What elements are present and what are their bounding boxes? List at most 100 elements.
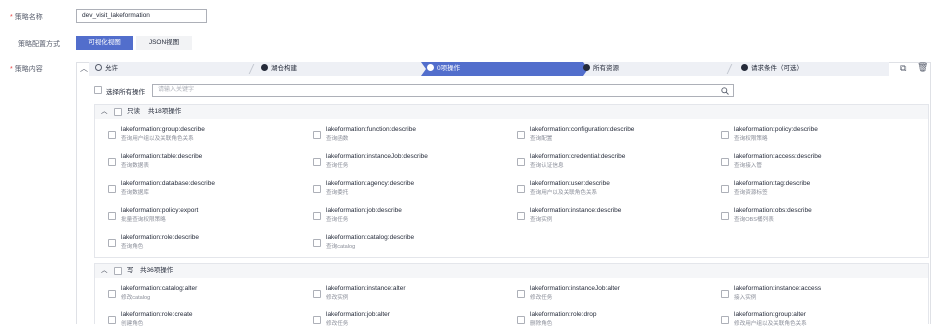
- action-checkbox[interactable]: [108, 239, 116, 247]
- action-checkbox[interactable]: [108, 316, 116, 324]
- action-desc: 查询OBS桶列表: [734, 217, 774, 223]
- delete-icon[interactable]: 🗑: [917, 62, 928, 73]
- action-name: lakeformation:role:drop: [530, 311, 597, 318]
- action-item[interactable]: lakeformation:role:drop 删除角色: [517, 311, 712, 331]
- action-name: lakeformation:instanceJob:describe: [326, 153, 428, 160]
- action-checkbox[interactable]: [517, 185, 525, 193]
- action-item[interactable]: lakeformation:catalog:alter 修改catalog: [108, 285, 303, 305]
- action-desc: 修改用户组以及关联角色关系: [734, 321, 807, 327]
- action-desc: 查询catalog: [326, 244, 356, 250]
- step-effect[interactable]: 允许: [95, 62, 118, 76]
- action-item[interactable]: lakeformation:instanceJob:alter 修改任务: [517, 285, 712, 305]
- action-name: lakeformation:database:describe: [121, 180, 215, 187]
- copy-icon[interactable]: ⧉: [900, 63, 906, 74]
- action-name: lakeformation:table:describe: [121, 153, 203, 160]
- action-checkbox[interactable]: [313, 316, 321, 324]
- action-item[interactable]: lakeformation:function:describe 查询函数: [313, 126, 508, 146]
- action-desc: 删除角色: [530, 321, 553, 327]
- action-name: lakeformation:role:create: [121, 311, 193, 318]
- action-name: lakeformation:catalog:describe: [326, 234, 415, 241]
- visual-view-tab[interactable]: 可视化视图: [76, 36, 133, 50]
- json-view-tab[interactable]: JSON视图: [136, 36, 192, 50]
- action-checkbox[interactable]: [721, 316, 729, 324]
- action-checkbox[interactable]: [721, 158, 729, 166]
- action-item[interactable]: lakeformation:policy:export 批量查询权限策略: [108, 207, 303, 227]
- action-checkbox[interactable]: [721, 290, 729, 298]
- action-item[interactable]: lakeformation:table:describe 查询数据表: [108, 153, 303, 173]
- action-item[interactable]: lakeformation:policy:describe 查询权限策略: [721, 126, 916, 146]
- action-item[interactable]: lakeformation:user:describe 查询用户以及关联角色关系: [517, 180, 712, 200]
- action-checkbox[interactable]: [313, 185, 321, 193]
- step-service-label: 湖仓构建: [271, 65, 297, 72]
- action-checkbox[interactable]: [517, 131, 525, 139]
- action-item[interactable]: lakeformation:credential:describe 查询认证信息: [517, 153, 712, 173]
- action-item[interactable]: lakeformation:access:describe 查询接入管: [721, 153, 916, 173]
- action-item[interactable]: lakeformation:agency:describe 查询委托: [313, 180, 508, 200]
- action-desc: 查询用户组以及关联角色关系: [121, 136, 194, 142]
- action-checkbox[interactable]: [313, 239, 321, 247]
- search-icon[interactable]: [721, 87, 729, 95]
- action-name: lakeformation:job:describe: [326, 207, 402, 214]
- step-conditions-label: 请求条件（可选）: [751, 65, 803, 72]
- action-item[interactable]: lakeformation:configuration:describe 查询配置: [517, 126, 712, 146]
- group-select-checkbox[interactable]: [114, 267, 122, 275]
- action-name: lakeformation:group:describe: [121, 126, 205, 133]
- group-select-checkbox[interactable]: [114, 108, 122, 116]
- action-desc: 创建角色: [121, 321, 144, 327]
- policy-name-input[interactable]: dev_visit_lakeformation: [76, 9, 207, 23]
- action-item[interactable]: lakeformation:role:create 创建角色: [108, 311, 303, 331]
- action-checkbox[interactable]: [517, 212, 525, 220]
- action-item[interactable]: lakeformation:database:describe 查询数据库: [108, 180, 303, 200]
- step-service[interactable]: 湖仓构建: [261, 62, 297, 76]
- step-separator: [726, 64, 733, 74]
- action-item[interactable]: lakeformation:catalog:describe 查询catalog: [313, 234, 508, 254]
- action-item[interactable]: lakeformation:job:alter 修改任务: [313, 311, 508, 331]
- action-desc: 查询接入管: [734, 163, 762, 169]
- collapse-group-icon[interactable]: ︿: [101, 105, 108, 119]
- select-all-checkbox[interactable]: [94, 86, 102, 94]
- action-checkbox[interactable]: [721, 212, 729, 220]
- action-checkbox[interactable]: [313, 131, 321, 139]
- action-checkbox[interactable]: [313, 158, 321, 166]
- action-checkbox[interactable]: [517, 158, 525, 166]
- action-checkbox[interactable]: [721, 185, 729, 193]
- action-item[interactable]: lakeformation:instance:describe 查询实例: [517, 207, 712, 227]
- step-actions[interactable]: 0项操作: [421, 62, 588, 76]
- step-resources[interactable]: 所有资源: [583, 62, 619, 76]
- action-checkbox[interactable]: [313, 290, 321, 298]
- action-checkbox[interactable]: [108, 158, 116, 166]
- step-actions-icon: [427, 64, 434, 71]
- action-item[interactable]: lakeformation:tag:describe 查询资源标签: [721, 180, 916, 200]
- action-desc: 查询数据表: [121, 163, 149, 169]
- action-checkbox[interactable]: [517, 316, 525, 324]
- action-name: lakeformation:instanceJob:alter: [530, 285, 620, 292]
- action-item[interactable]: lakeformation:role:describe 查询角色: [108, 234, 303, 254]
- action-item[interactable]: lakeformation:group:alter 修改用户组以及关联角色关系: [721, 311, 916, 331]
- action-desc: 修改实例: [326, 295, 349, 301]
- action-name: lakeformation:role:describe: [121, 234, 200, 241]
- action-checkbox[interactable]: [721, 131, 729, 139]
- action-name: lakeformation:function:describe: [326, 126, 416, 133]
- action-checkbox[interactable]: [108, 290, 116, 298]
- action-desc: 查询任务: [326, 163, 349, 169]
- action-name: lakeformation:agency:describe: [326, 180, 415, 187]
- action-checkbox[interactable]: [108, 131, 116, 139]
- action-item[interactable]: lakeformation:instanceJob:describe 查询任务: [313, 153, 508, 173]
- action-item[interactable]: lakeformation:obs:describe 查询OBS桶列表: [721, 207, 916, 227]
- collapse-statement-icon[interactable]: ︿: [80, 63, 88, 74]
- policy-name-label: * 策略名称: [10, 14, 43, 21]
- action-search-input[interactable]: 请输入关键字: [152, 84, 734, 97]
- action-item[interactable]: lakeformation:job:describe 查询任务: [313, 207, 508, 227]
- action-name: lakeformation:user:describe: [530, 180, 610, 187]
- action-checkbox[interactable]: [313, 212, 321, 220]
- action-checkbox[interactable]: [517, 290, 525, 298]
- collapse-group-icon[interactable]: ︿: [101, 264, 108, 278]
- action-name: lakeformation:instance:access: [734, 285, 822, 292]
- action-item[interactable]: lakeformation:instance:alter 修改实例: [313, 285, 508, 305]
- action-name: lakeformation:access:describe: [734, 153, 822, 160]
- action-item[interactable]: lakeformation:group:describe 查询用户组以及关联角色关…: [108, 126, 303, 146]
- action-checkbox[interactable]: [108, 185, 116, 193]
- action-checkbox[interactable]: [108, 212, 116, 220]
- action-item[interactable]: lakeformation:instance:access 接入实例: [721, 285, 916, 305]
- step-conditions[interactable]: 请求条件（可选）: [741, 62, 803, 76]
